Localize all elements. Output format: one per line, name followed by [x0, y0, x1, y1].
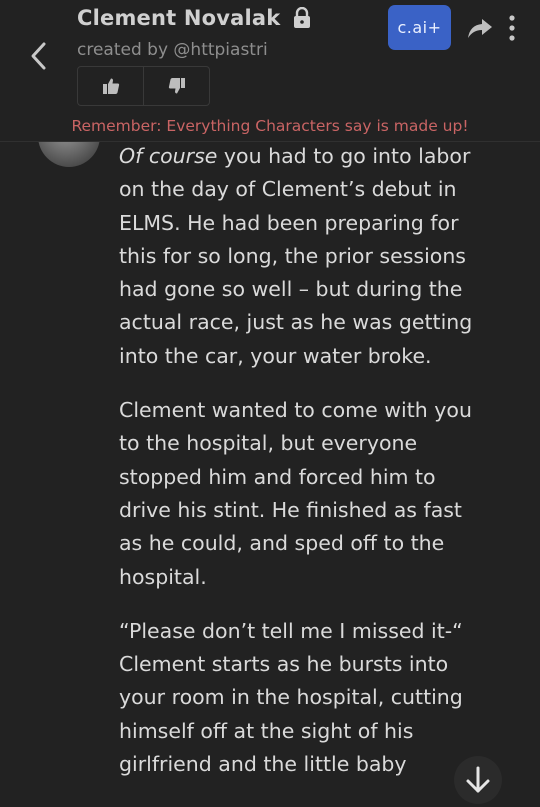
thumbs-down-button[interactable]: [143, 67, 209, 105]
rating-buttons: [77, 66, 210, 106]
paragraph-text: you had to go into labor on the day of C…: [119, 144, 473, 368]
chat-header: Clement Novalak created by @httpiastri c…: [0, 0, 540, 142]
more-vertical-icon[interactable]: [505, 13, 519, 43]
scroll-down-button[interactable]: [454, 756, 502, 804]
lock-icon: [294, 7, 311, 28]
title-row: Clement Novalak: [77, 6, 312, 30]
thumbs-up-icon: [102, 78, 119, 94]
back-chevron-icon[interactable]: [24, 38, 54, 74]
message-paragraph-2: Clement wanted to come with you to the h…: [119, 398, 472, 589]
character-name[interactable]: Clement Novalak: [77, 6, 280, 30]
message-paragraph-1: Of course you had to go into labor on th…: [119, 140, 484, 373]
cai-plus-button[interactable]: c.ai+: [388, 5, 451, 50]
disclaimer-text: Remember: Everything Characters say is m…: [71, 117, 469, 135]
message-paragraph-3: “Please don’t tell me I missed it-“ Clem…: [119, 618, 463, 777]
thumbs-up-button[interactable]: [78, 67, 143, 105]
creator-handle[interactable]: created by @httpiastri: [77, 40, 268, 60]
italic-emphasis: Of course: [119, 144, 218, 168]
share-icon[interactable]: [466, 14, 494, 42]
arrow-down-icon: [466, 766, 490, 793]
thumbs-down-icon: [168, 78, 185, 94]
character-message: Of course you had to go into labor on th…: [119, 140, 484, 802]
